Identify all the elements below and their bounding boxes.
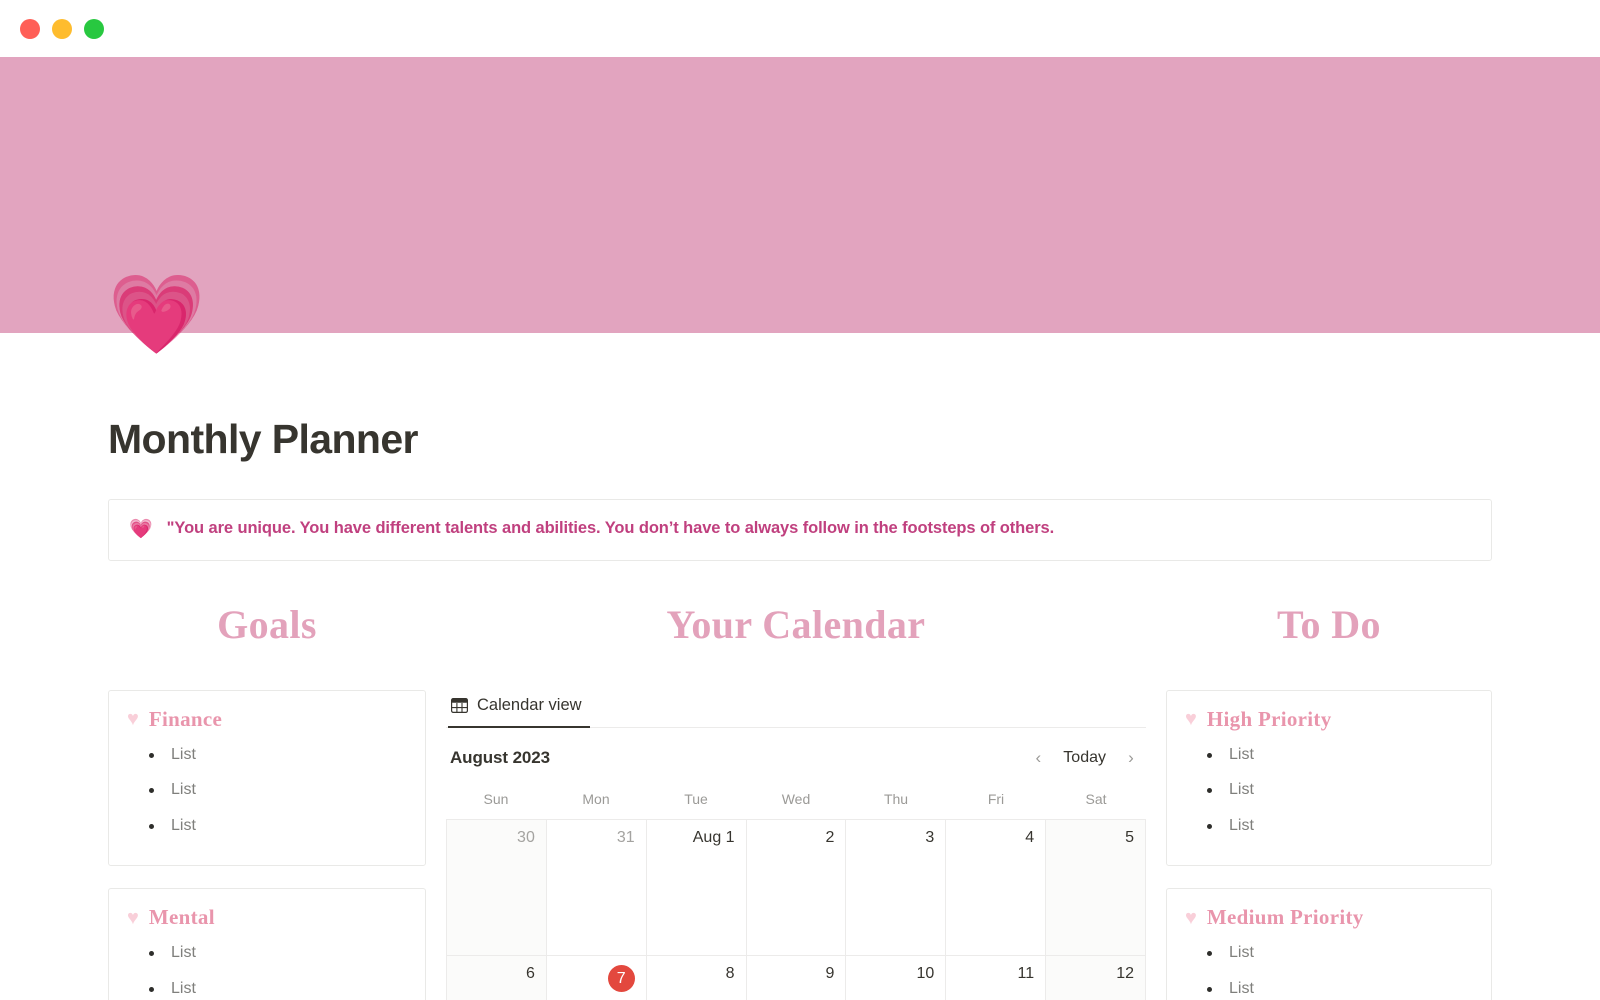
- window-maximize-button[interactable]: [84, 18, 104, 39]
- card-list: List List List: [127, 936, 407, 1000]
- todo-heading: To Do: [1277, 601, 1381, 647]
- heart-icon: 💗: [129, 519, 153, 540]
- list-item[interactable]: List: [1207, 738, 1473, 774]
- calendar-day-number: 2: [825, 828, 835, 846]
- card-header: ♥ High Priority: [1185, 707, 1473, 732]
- card-title: Mental: [148, 905, 215, 930]
- calendar-day-cell[interactable]: 30: [447, 819, 547, 956]
- three-column-layout: Goals ♥ Finance List List List ♥ Mental …: [108, 601, 1492, 1000]
- window-title-bar: [0, 0, 1600, 57]
- card-list: List List List: [1185, 936, 1473, 1000]
- calendar-day-number: 10: [916, 964, 935, 982]
- calendar-toolbar: August 2023 ‹ Today ›: [446, 728, 1146, 785]
- card-list: List List List: [127, 738, 407, 845]
- heart-icon: ♥: [1185, 906, 1197, 929]
- calendar-today-number: 7: [607, 964, 635, 992]
- calendar-heading: Your Calendar: [666, 601, 926, 647]
- calendar-day-cell[interactable]: 9: [746, 955, 847, 1000]
- heart-icon: ♥: [127, 708, 139, 731]
- calendar-day-number: 6: [525, 964, 535, 982]
- calendar-day-cell[interactable]: 11: [946, 955, 1047, 1000]
- todo-card-medium-priority: ♥ Medium Priority List List List: [1166, 888, 1492, 1000]
- calendar-tab-bar: Calendar view: [446, 690, 1146, 728]
- calendar-day-number: Aug 1: [692, 828, 735, 846]
- day-header-mon: Mon: [582, 790, 610, 807]
- quote-callout: 💗 "You are unique. You have different ta…: [108, 499, 1492, 561]
- todo-column: To Do ♥ High Priority List List List ♥ M…: [1166, 601, 1492, 1000]
- calendar-day-cell[interactable]: 5: [1046, 819, 1146, 956]
- card-header: ♥ Mental: [127, 905, 407, 930]
- calendar-day-number: 5: [1125, 828, 1134, 846]
- card-header: ♥ Medium Priority: [1185, 905, 1473, 930]
- calendar-day-number: 30: [517, 828, 535, 846]
- today-button[interactable]: Today: [1054, 746, 1115, 770]
- goals-column: Goals ♥ Finance List List List ♥ Mental …: [108, 601, 426, 1000]
- list-item[interactable]: List: [149, 936, 407, 972]
- calendar-month-label: August 2023: [450, 747, 550, 767]
- window-close-button[interactable]: [20, 18, 40, 39]
- card-title: Finance: [148, 706, 223, 731]
- page-title: Monthly Planner: [108, 416, 419, 462]
- calendar-day-cell[interactable]: 7: [546, 955, 647, 1000]
- calendar-day-cell[interactable]: 8: [646, 955, 747, 1000]
- calendar-day-cell[interactable]: 3: [846, 819, 947, 956]
- day-header-sat: Sat: [1085, 790, 1107, 807]
- next-month-button[interactable]: ›: [1118, 745, 1144, 771]
- goals-card-finance: ♥ Finance List List List: [108, 689, 426, 867]
- calendar-navigation: ‹ Today ›: [1025, 745, 1144, 771]
- card-list: List List List: [1185, 738, 1473, 845]
- calendar-day-cell[interactable]: 4: [946, 819, 1047, 956]
- calendar-day-headers: Sun Mon Tue Wed Thu Fri Sat: [446, 785, 1146, 819]
- calendar-day-number: 9: [825, 964, 835, 982]
- calendar-day-number: 8: [725, 964, 735, 982]
- calendar-day-number: 31: [616, 828, 635, 846]
- calendar-week-row: 30 31 Aug 1 2 3 4 5: [447, 819, 1146, 956]
- heart-icon: ♥: [1185, 708, 1197, 731]
- tab-calendar-view[interactable]: Calendar view: [448, 690, 590, 728]
- calendar-column: Your Calendar Calendar view August 2023 …: [426, 601, 1166, 1000]
- calendar-day-number: 4: [1025, 828, 1035, 846]
- heart-icon: ♥: [127, 906, 139, 929]
- calendar-day-cell[interactable]: 31: [546, 819, 647, 956]
- calendar-day-cell[interactable]: Aug 1: [646, 819, 747, 956]
- list-item[interactable]: List: [1207, 936, 1473, 972]
- calendar-week-row: 6 7 8 9 10 11 12: [447, 955, 1146, 1000]
- todo-card-high-priority: ♥ High Priority List List List: [1166, 689, 1492, 867]
- day-header-fri: Fri: [987, 790, 1005, 807]
- calendar-grid: 30 31 Aug 1 2 3 4 5 6 7 8 9 10 11 12: [446, 818, 1146, 1000]
- card-title: Medium Priority: [1206, 905, 1364, 930]
- tab-label: Calendar view: [477, 695, 582, 714]
- calendar-day-number: 12: [1116, 964, 1134, 982]
- page-cover-image: [0, 57, 1600, 333]
- list-item[interactable]: List: [1207, 773, 1473, 809]
- goals-card-mental: ♥ Mental List List List: [108, 888, 426, 1000]
- page-body: 💗 Monthly Planner 💗 "You are unique. You…: [0, 275, 1600, 1000]
- list-item[interactable]: List: [1207, 972, 1473, 1000]
- calendar-day-number: 11: [1017, 964, 1035, 982]
- card-header: ♥ Finance: [127, 707, 407, 732]
- card-title: High Priority: [1206, 706, 1332, 731]
- calendar-icon: [451, 697, 468, 713]
- calendar-day-cell[interactable]: 2: [746, 819, 847, 956]
- quote-text: "You are unique. You have different tale…: [166, 519, 1055, 537]
- list-item[interactable]: List: [1207, 809, 1473, 845]
- previous-month-button[interactable]: ‹: [1025, 745, 1051, 771]
- calendar-day-number: 3: [925, 828, 935, 846]
- list-item[interactable]: List: [149, 972, 407, 1000]
- list-item[interactable]: List: [149, 738, 407, 774]
- calendar-day-cell[interactable]: 6: [447, 955, 547, 1000]
- day-header-thu: Thu: [883, 790, 909, 807]
- calendar-day-cell[interactable]: 10: [846, 955, 947, 1000]
- list-item[interactable]: List: [149, 773, 407, 809]
- day-header-sun: Sun: [483, 790, 509, 807]
- day-header-wed: Wed: [781, 790, 811, 807]
- goals-heading: Goals: [217, 601, 317, 647]
- calendar-day-cell[interactable]: 12: [1046, 955, 1146, 1000]
- list-item[interactable]: List: [149, 809, 407, 845]
- page-icon[interactable]: 💗: [108, 275, 205, 353]
- day-header-tue: Tue: [684, 790, 708, 807]
- window-minimize-button[interactable]: [52, 18, 72, 39]
